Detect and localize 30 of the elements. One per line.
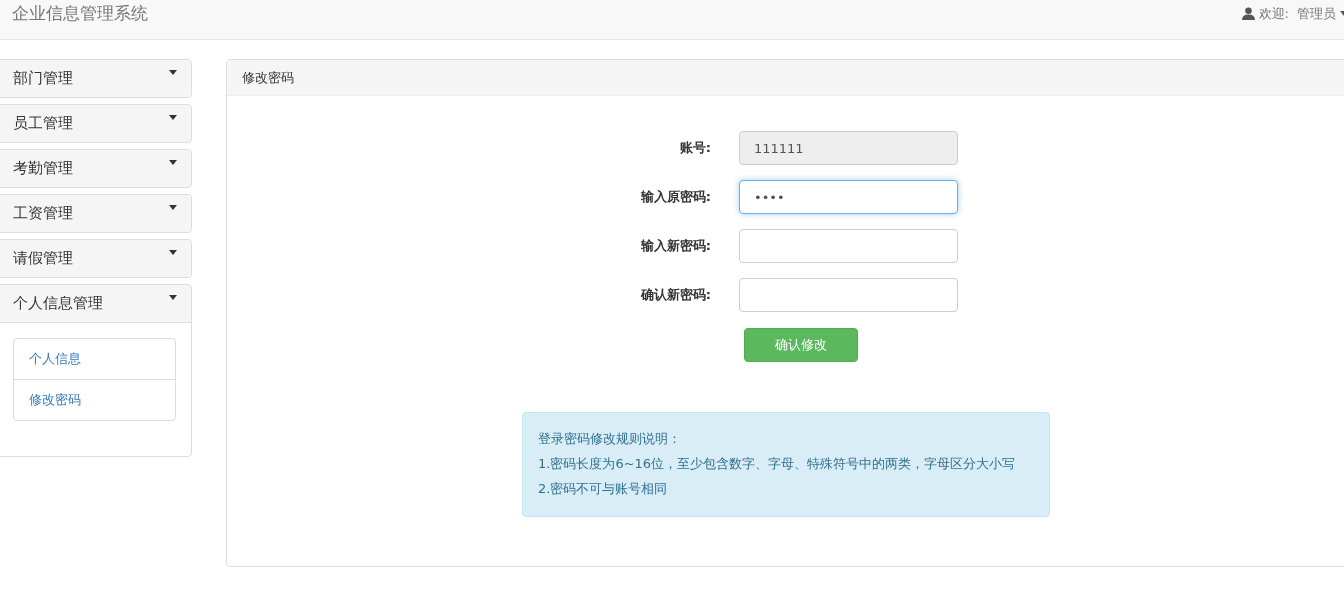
caret-icon	[169, 115, 177, 120]
sidebar-group-header[interactable]: 员工管理	[0, 105, 191, 142]
sidebar-group-header[interactable]: 请假管理	[0, 240, 191, 277]
field-label: 确认新密码:	[639, 286, 711, 304]
field-label: 输入新密码:	[639, 237, 711, 255]
alert-title: 登录密码修改规则说明：	[538, 430, 682, 448]
welcome-label: 欢迎:	[1258, 4, 1289, 23]
user-name: 管理员	[1297, 4, 1336, 23]
rule-text: 2.密码不可与账号相同	[538, 480, 669, 498]
input-field[interactable]	[739, 278, 958, 312]
submenu-link[interactable]: 修改密码	[14, 379, 175, 420]
input-field[interactable]: ••••	[739, 180, 958, 214]
input-field[interactable]	[739, 229, 958, 263]
caret-icon	[169, 250, 177, 255]
rule-text: 1.密码长度为6~16位，至少包含数字、字母、特殊符号中的两类，字母区分大小写	[538, 455, 1017, 473]
sidebar-group-header[interactable]: 个人信息管理	[0, 285, 191, 323]
field-label: 输入原密码:	[639, 188, 711, 206]
field-label: 账号:	[678, 139, 711, 157]
submenu-link[interactable]: 个人信息	[14, 339, 175, 379]
app-title[interactable]: 企业信息管理系统	[12, 2, 148, 25]
user-icon	[1241, 7, 1255, 20]
user-menu[interactable]: 欢迎: 管理员	[1241, 4, 1344, 23]
panel-title: 修改密码	[242, 68, 294, 87]
sidebar-group-header[interactable]: 考勤管理	[0, 150, 191, 187]
caret-icon	[169, 70, 177, 75]
caret-icon	[169, 295, 177, 300]
caret-icon	[169, 160, 177, 165]
sidebar-group-header[interactable]: 工资管理	[0, 195, 191, 232]
sidebar-group-header[interactable]: 部门管理	[0, 60, 191, 97]
caret-icon	[169, 205, 177, 210]
